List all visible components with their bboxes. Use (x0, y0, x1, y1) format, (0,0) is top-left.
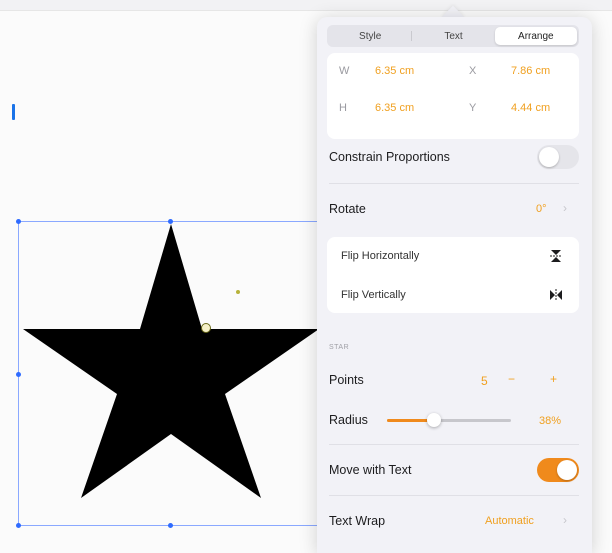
flip-horizontally-button[interactable]: Flip Horizontally (341, 250, 419, 262)
flip-group: Flip Horizontally Flip Vertically (327, 237, 579, 313)
text-wrap-value[interactable]: Automatic (485, 515, 534, 527)
inspector-tabs: Style Text Arrange (327, 25, 579, 47)
rotate-label: Rotate (329, 202, 366, 216)
x-value: 7.86 cm (511, 65, 551, 77)
format-inspector: Style Text Arrange W 6.35 cm X 7.86 cm H… (317, 17, 592, 553)
divider (329, 495, 579, 496)
flip-vertically-button[interactable]: Flip Vertically (341, 289, 406, 301)
flip-horizontal-icon[interactable] (549, 249, 563, 263)
move-with-text-label: Move with Text (329, 463, 412, 477)
chevron-right-icon[interactable]: › (563, 513, 567, 527)
star-radius-handle[interactable] (236, 290, 240, 294)
size-position-box: W 6.35 cm X 7.86 cm H 6.35 cm Y 4.44 cm (327, 53, 579, 139)
constrain-proportions-toggle[interactable] (537, 145, 579, 169)
width-value: 6.35 cm (375, 65, 415, 77)
height-value: 6.35 cm (375, 102, 415, 114)
x-field[interactable]: X 7.86 cm (469, 65, 579, 81)
points-label: Points (329, 373, 364, 387)
chevron-right-icon[interactable]: › (563, 201, 567, 215)
toggle-knob (539, 147, 559, 167)
text-wrap-label: Text Wrap (329, 514, 386, 528)
width-label: W (339, 65, 350, 77)
points-value: 5 (481, 374, 488, 388)
width-field[interactable]: W 6.35 cm (339, 65, 449, 81)
radius-value: 38% (539, 415, 562, 427)
rotate-value[interactable]: 0° (536, 203, 547, 215)
slider-knob[interactable] (427, 413, 441, 427)
y-field[interactable]: Y 4.44 cm (469, 102, 579, 118)
star-section-header: STAR (329, 344, 350, 351)
y-value: 4.44 cm (511, 102, 551, 114)
x-label: X (469, 65, 477, 77)
divider (329, 444, 579, 445)
height-label: H (339, 102, 347, 114)
flip-vertical-icon[interactable] (549, 288, 563, 302)
star-point-handle[interactable] (201, 323, 211, 333)
tab-text[interactable]: Text (412, 27, 494, 45)
y-label: Y (469, 102, 477, 114)
divider (329, 183, 579, 184)
height-field[interactable]: H 6.35 cm (339, 102, 449, 118)
tab-arrange[interactable]: Arrange (494, 27, 577, 45)
tab-style[interactable]: Style (329, 27, 411, 45)
move-with-text-toggle[interactable] (537, 458, 579, 482)
radius-label: Radius (329, 413, 368, 427)
constrain-proportions-label: Constrain Proportions (329, 150, 450, 164)
radius-slider[interactable] (387, 412, 511, 428)
points-decrement-button[interactable]: − (508, 372, 515, 386)
points-increment-button[interactable]: + (550, 372, 557, 386)
toggle-knob (557, 460, 577, 480)
